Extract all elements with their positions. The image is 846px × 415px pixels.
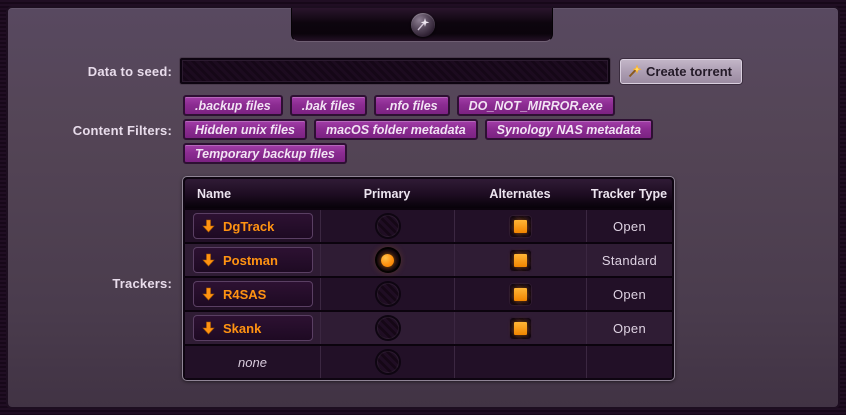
filter-chip[interactable]: macOS folder metadata — [314, 119, 478, 140]
down-arrow-icon — [202, 321, 215, 335]
create-torrent-label: Create torrent — [646, 64, 732, 79]
column-header-alternates: Alternates — [454, 187, 586, 201]
column-header-name: Name — [185, 187, 320, 201]
primary-radio-dgtrack[interactable] — [377, 215, 399, 237]
tracker-row-none: none — [185, 344, 672, 378]
tracker-link-r4sas[interactable]: R4SAS — [193, 281, 313, 307]
down-arrow-icon — [202, 287, 215, 301]
tracker-name: Skank — [223, 321, 261, 336]
tracker-row: R4SAS Open — [185, 276, 672, 310]
tracker-row: DgTrack Open — [185, 208, 672, 242]
tracker-row: Skank Open — [185, 310, 672, 344]
alternates-checkbox-postman[interactable] — [510, 250, 531, 271]
tracker-type: Open — [613, 219, 646, 234]
filter-chip[interactable]: DO_NOT_MIRROR.exe — [457, 95, 615, 116]
tracker-row: Postman Standard — [185, 242, 672, 276]
down-arrow-icon — [202, 253, 215, 267]
filter-chip[interactable]: .bak files — [290, 95, 368, 116]
tracker-name: R4SAS — [223, 287, 266, 302]
create-torrent-button[interactable]: Create torrent — [620, 59, 742, 84]
data-to-seed-label: Data to seed: — [8, 64, 172, 79]
alternates-checkbox-dgtrack[interactable] — [510, 216, 531, 237]
tracker-name-none: none — [185, 355, 320, 370]
filter-chip[interactable]: .backup files — [183, 95, 283, 116]
primary-radio-skank[interactable] — [377, 317, 399, 339]
trackers-label: Trackers: — [8, 276, 172, 291]
primary-radio-none[interactable] — [377, 351, 399, 373]
down-arrow-icon — [202, 219, 215, 233]
filter-chip[interactable]: Hidden unix files — [183, 119, 307, 140]
filter-chip-row: Temporary backup files — [183, 143, 347, 164]
filter-chip-row: .backup files .bak files .nfo files DO_N… — [183, 95, 615, 116]
tracker-name: DgTrack — [223, 219, 274, 234]
tracker-type: Open — [613, 321, 646, 336]
data-to-seed-input[interactable] — [180, 58, 610, 84]
column-header-tracker-type: Tracker Type — [586, 187, 672, 201]
content-filters-label: Content Filters: — [8, 123, 172, 138]
primary-radio-r4sas[interactable] — [377, 283, 399, 305]
create-torrent-panel: Data to seed: Create torrent Content Fil… — [8, 8, 838, 407]
tracker-link-postman[interactable]: Postman — [193, 247, 313, 273]
tracker-name: Postman — [223, 253, 278, 268]
tracker-link-skank[interactable]: Skank — [193, 315, 313, 341]
column-header-primary: Primary — [320, 187, 454, 201]
collapsed-header-bar — [291, 8, 553, 42]
filter-chip[interactable]: .nfo files — [374, 95, 449, 116]
magic-wand-icon — [627, 64, 642, 79]
trackers-table-header: Name Primary Alternates Tracker Type — [185, 179, 672, 208]
tracker-type: Standard — [602, 253, 657, 268]
primary-radio-postman[interactable] — [377, 249, 399, 271]
tracker-link-dgtrack[interactable]: DgTrack — [193, 213, 313, 239]
trackers-table: Name Primary Alternates Tracker Type DgT… — [182, 176, 675, 381]
alternates-checkbox-r4sas[interactable] — [510, 284, 531, 305]
panel-toggle-button[interactable] — [411, 13, 435, 37]
filter-chip-row: Hidden unix files macOS folder metadata … — [183, 119, 653, 140]
filter-chip[interactable]: Synology NAS metadata — [485, 119, 653, 140]
filter-chip[interactable]: Temporary backup files — [183, 143, 347, 164]
alternates-checkbox-skank[interactable] — [510, 318, 531, 339]
tracker-type: Open — [613, 287, 646, 302]
